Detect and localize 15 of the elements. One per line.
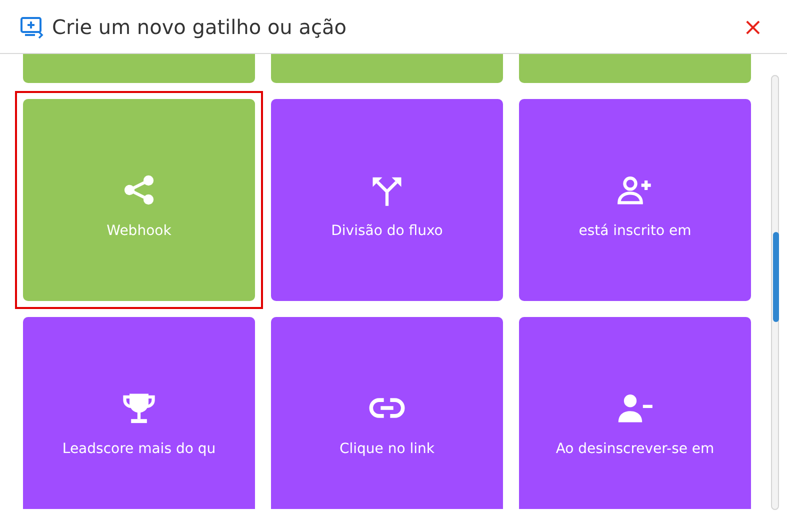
option-card[interactable]: Divisão do fluxo: [271, 99, 503, 301]
card-label: está inscrito em: [578, 223, 692, 239]
scrollbar-thumb[interactable]: [773, 232, 779, 322]
option-card[interactable]: Leadscore mais do qu: [23, 317, 255, 509]
dialog-title: Crie um novo gatilho ou ação: [52, 14, 348, 38]
card-label: Webhook: [106, 223, 172, 239]
close-button[interactable]: ×: [738, 14, 767, 38]
option-card[interactable]: Clique no link: [271, 317, 503, 509]
card-label: Ao desinscrever-se em: [556, 441, 714, 457]
option-card[interactable]: Ao desinscrever-se em: [519, 317, 751, 509]
card-label: Clique no link: [339, 441, 435, 457]
monitor-plus-icon: [20, 14, 44, 38]
card-label: Leadscore mais do qu: [62, 441, 216, 457]
option-card[interactable]: está inscrito em: [519, 99, 751, 301]
card-label: Divisão do fluxo: [331, 223, 443, 239]
